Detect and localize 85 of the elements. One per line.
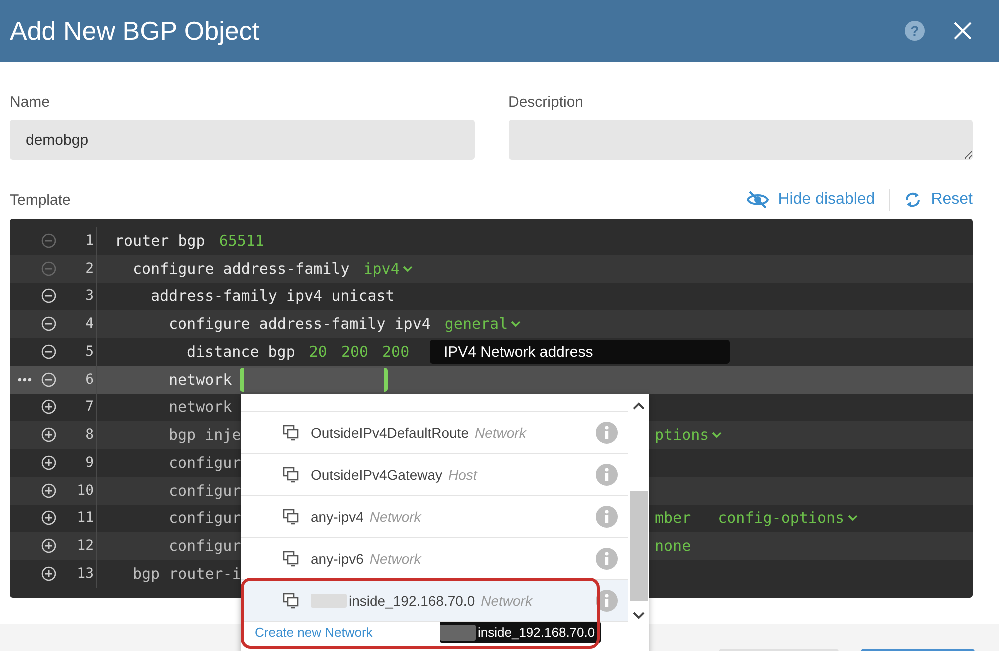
dropdown-item[interactable]: OutsideIPv4DefaultRoute Network [241,412,628,454]
scrollbar[interactable] [628,394,649,651]
plus-circle-icon[interactable] [41,566,57,582]
code-text: configur [169,454,242,472]
field-label: Name [10,94,52,111]
dropdown-item[interactable]: inside_192.168.70.0 Network [241,580,628,622]
line-number: 4 [84,316,94,332]
network-object-icon [283,424,299,440]
parameter-value: mber [655,509,692,528]
code-text: router bgp [115,232,206,250]
object-name: OutsideIPv4Gateway [311,466,443,482]
network-object-icon [283,466,299,482]
network-object-icon [283,592,299,608]
plus-circle-icon[interactable] [41,538,57,554]
object-type: Network [370,508,422,524]
chevron-down-icon[interactable] [712,431,722,440]
line-number: 2 [84,260,94,277]
code-text: configur [169,482,242,500]
line-number: 6 [84,372,94,388]
parameter-value: 20 [309,342,328,361]
plus-circle-icon[interactable] [41,482,57,499]
field-label: Description [508,94,585,111]
network-object-icon [283,550,299,566]
parameter-value: 200 [382,342,410,361]
object-name: inside_192.168.70.0 [349,592,476,608]
line-number: 1 [84,232,94,249]
info-icon[interactable] [596,590,618,612]
object-type: Network [481,592,532,608]
object-name: OutsideIPv4DefaultRoute [311,424,469,440]
line-number: 10 [76,482,94,499]
plus-circle-icon[interactable] [41,510,57,526]
dropdown-item[interactable]: any-ipv4 Network [241,496,628,538]
line-number: 8 [84,427,94,444]
object-type: Host [448,466,478,482]
code-text: configure address-family ipv4 [169,315,431,334]
code-text: distance bgp [187,342,296,361]
object-type: Network [474,424,526,440]
plus-circle-icon[interactable] [41,454,57,471]
parameter-dropdown[interactable]: ipv4 [364,260,413,278]
code-text: network [169,398,232,416]
tooltip-text: inside_192.168.70.0 [478,625,596,640]
code-text: address-family ipv4 unicast [151,287,395,306]
tooltip: IPV4 Network address [430,340,730,364]
name-input-field[interactable]: demobgp [10,120,474,160]
object-type: Network [370,550,422,566]
object-name: any-ipv4 [311,508,364,524]
line-number: 11 [76,510,94,526]
chevron-down-icon[interactable] [848,514,858,522]
line-number: 13 [76,566,94,582]
window-title: Add New BGP Object [10,16,260,46]
parameter-value: 65511 [219,232,264,250]
network-object-icon [283,508,299,524]
line-number: 3 [84,288,94,304]
line-number: 5 [84,344,94,360]
chevron-down-icon[interactable] [402,264,413,273]
code-text: bgp inje [169,426,242,444]
plus-circle-icon[interactable] [41,427,57,444]
parameter-dropdown[interactable]: config-options [718,509,858,528]
code-text: configur [169,509,242,528]
object-name: any-ipv6 [311,550,364,566]
reset-link[interactable]: Reset [904,191,973,209]
code-text: network [169,370,232,389]
parameter-value: none [655,537,692,556]
chevron-down-icon[interactable] [632,612,644,620]
chevron-up-icon[interactable] [632,402,644,410]
code-text: configure address-family [133,260,350,278]
code-text: configur [169,537,242,556]
line-number: 7 [84,399,94,416]
create-network-link[interactable]: Create new Network [255,625,373,640]
refresh-icon [904,191,922,209]
more-icon[interactable] [18,376,32,383]
description-input-field[interactable] [508,120,973,160]
line-number: 9 [84,454,94,471]
chevron-down-icon[interactable] [511,320,522,328]
line-number: 12 [76,538,94,554]
parameter-dropdown[interactable]: ptions [655,426,722,444]
close-icon[interactable] [953,21,973,41]
eye-slash-icon [747,191,770,209]
template-label: Template [10,192,71,208]
parameter-dropdown[interactable]: general [444,315,522,334]
dropdown-item[interactable]: OutsideIPv4Gateway Host [241,454,628,496]
parameter-value: 200 [341,342,369,361]
code-text: bgp router-i [133,564,242,583]
plus-circle-icon[interactable] [41,399,57,416]
network-input-field[interactable] [240,368,388,392]
